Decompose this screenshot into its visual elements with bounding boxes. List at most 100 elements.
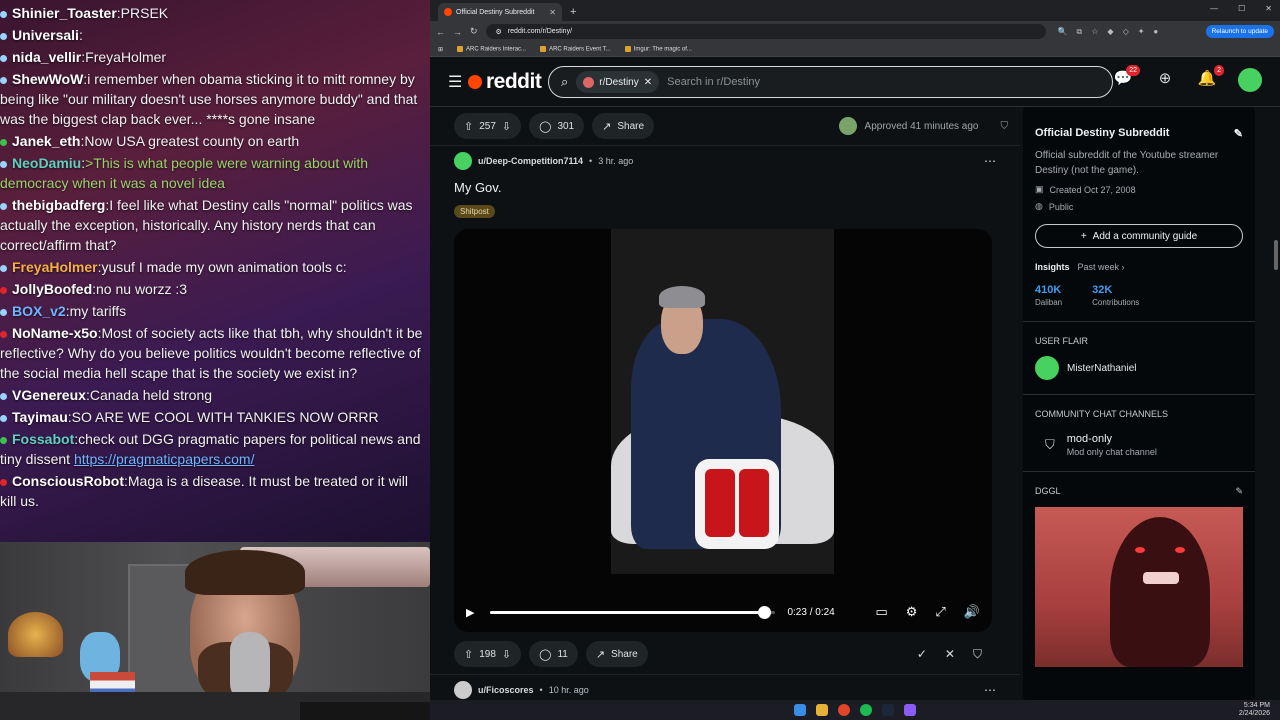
chat-username[interactable]: BOX_v2 bbox=[12, 303, 66, 319]
system-clock[interactable]: 5:34 PM 2/24/2026 bbox=[1239, 702, 1270, 718]
site-info-icon[interactable]: ⚙ bbox=[496, 28, 502, 36]
captions-icon[interactable]: ▭ bbox=[875, 604, 887, 620]
forward-icon[interactable]: → bbox=[453, 27, 462, 37]
more-options-icon[interactable]: ⋯ bbox=[984, 683, 996, 697]
chat-username[interactable]: Fossabot bbox=[12, 431, 74, 447]
play-icon[interactable]: ▶ bbox=[466, 606, 474, 619]
bookmark-item[interactable]: ARC Raiders Interac... bbox=[457, 46, 526, 52]
author-avatar bbox=[454, 681, 472, 699]
downvote-icon[interactable]: ⇩ bbox=[502, 648, 511, 661]
tab-active[interactable]: Official Destiny Subreddit ✕ bbox=[438, 3, 562, 21]
reload-icon[interactable]: ↻ bbox=[470, 26, 478, 37]
share-button[interactable]: ↗ Share bbox=[585, 641, 648, 667]
upvote-icon[interactable]: ⇧ bbox=[464, 648, 473, 661]
url-bar[interactable]: ⚙ reddit.com/r/Destiny/ bbox=[485, 24, 1046, 39]
bookmark-item[interactable]: ARC Raiders Event T... bbox=[540, 46, 611, 52]
close-window-icon[interactable]: ✕ bbox=[1265, 4, 1272, 13]
zoom-icon[interactable]: 🔍 bbox=[1058, 27, 1068, 37]
chat-username[interactable]: Tayimau bbox=[12, 409, 68, 425]
chat-channel-item[interactable]: ⛉ mod-only Mod only chat channel bbox=[1035, 433, 1243, 457]
post-meta: u/Ficoscores • 10 hr. ago ⋯ bbox=[454, 681, 996, 699]
bookmark-star-icon[interactable]: ☆ bbox=[1091, 27, 1098, 37]
chat-username[interactable]: NoName-x5o bbox=[12, 325, 98, 341]
create-post-icon[interactable]: ⊕ bbox=[1154, 69, 1176, 91]
reddit-logo[interactable]: reddit bbox=[468, 70, 542, 94]
fullscreen-icon[interactable]: ⤢ bbox=[935, 604, 945, 620]
new-tab-icon[interactable]: + bbox=[570, 6, 576, 18]
puzzle-icon[interactable]: ✦ bbox=[1138, 27, 1145, 37]
share-icon: ↗ bbox=[595, 648, 606, 661]
upvote-icon[interactable]: ⇧ bbox=[464, 120, 473, 133]
profile-icon[interactable]: ● bbox=[1153, 27, 1158, 37]
maximize-icon[interactable]: ☐ bbox=[1238, 4, 1245, 13]
back-icon[interactable]: ← bbox=[436, 27, 445, 37]
chrome-icon[interactable] bbox=[838, 704, 850, 716]
edit-icon[interactable]: ✎ bbox=[1234, 127, 1243, 140]
notifications-icon[interactable]: 🔔 2 bbox=[1196, 65, 1224, 91]
chat-username[interactable]: NeoDamiu bbox=[12, 155, 81, 171]
chat-username[interactable]: Universali bbox=[12, 27, 79, 43]
edit-icon[interactable]: ✎ bbox=[1235, 486, 1243, 497]
add-community-guide-button[interactable]: + Add a community guide bbox=[1035, 224, 1243, 248]
volume-icon[interactable]: 🔊 bbox=[964, 604, 980, 620]
start-icon[interactable] bbox=[794, 704, 806, 716]
shield-icon[interactable]: ⛉ bbox=[973, 647, 982, 662]
video-player[interactable]: ▶ 0:23 / 0:24 ▭ ⚙ ⤢ 🔊 bbox=[454, 229, 992, 632]
video-progress[interactable] bbox=[490, 605, 776, 619]
tab-close-icon[interactable]: ✕ bbox=[549, 8, 556, 17]
chat-username[interactable]: FreyaHolmer bbox=[12, 259, 98, 275]
post-card[interactable]: u/Ficoscores • 10 hr. ago ⋯ bbox=[430, 674, 1020, 700]
downvote-icon[interactable]: ⇩ bbox=[502, 120, 511, 133]
chat-username[interactable]: JollyBoofed bbox=[12, 281, 92, 297]
share-button[interactable]: ↗ Share bbox=[592, 113, 655, 139]
search-bar[interactable]: ⌕ r/Destiny ✕ Search in r/Destiny bbox=[548, 66, 1113, 98]
settings-icon[interactable]: ⚙ bbox=[906, 604, 918, 620]
chip-label: r/Destiny bbox=[599, 76, 639, 88]
clock-time: 5:34 PM bbox=[1243, 702, 1270, 709]
author-name[interactable]: u/Deep-Competition7114 bbox=[478, 156, 583, 166]
cam-lamp bbox=[8, 612, 63, 657]
user-badge-icon bbox=[0, 330, 7, 338]
chat-username[interactable]: Janek_eth bbox=[12, 133, 80, 149]
webcam-feed bbox=[0, 542, 430, 720]
chat-username[interactable]: Shinier_Toaster bbox=[12, 5, 117, 21]
progress-knob[interactable] bbox=[758, 605, 772, 619]
page-scrollbar[interactable] bbox=[1274, 240, 1278, 270]
bookmark-item[interactable]: Imgur: The magic of... bbox=[625, 46, 692, 52]
subreddit-chip[interactable]: r/Destiny ✕ bbox=[576, 71, 660, 93]
search-input[interactable]: Search in r/Destiny bbox=[667, 76, 760, 88]
chip-close-icon[interactable]: ✕ bbox=[644, 77, 652, 88]
more-options-icon[interactable]: ⋯ bbox=[984, 154, 996, 168]
post-card[interactable]: u/Deep-Competition7114 • 3 hr. ago ⋯ My … bbox=[430, 145, 1020, 674]
chat-username[interactable]: ConsciousRobot bbox=[12, 473, 124, 489]
chat-link[interactable]: https://pragmaticpapers.com/ bbox=[74, 451, 255, 467]
chat-username[interactable]: VGenereux bbox=[12, 387, 86, 403]
dggl-image[interactable] bbox=[1035, 507, 1243, 667]
post-title[interactable]: My Gov. bbox=[454, 180, 996, 195]
shield-icon[interactable]: ⛉ bbox=[1001, 121, 1009, 132]
obsidian-icon[interactable] bbox=[904, 704, 916, 716]
author-name[interactable]: u/Ficoscores bbox=[478, 685, 534, 695]
period-selector[interactable]: Past week › bbox=[1078, 262, 1125, 272]
file-explorer-icon[interactable] bbox=[816, 704, 828, 716]
approve-icon[interactable]: ✓ bbox=[917, 647, 927, 662]
chat-username[interactable]: ShewWoW bbox=[12, 71, 83, 87]
apps-grid-icon[interactable]: ⊞ bbox=[438, 46, 443, 53]
user-flair[interactable]: MisterNathaniel bbox=[1035, 356, 1243, 380]
extension-icon[interactable]: ◇ bbox=[1123, 27, 1129, 37]
comments-button[interactable]: ◯ 301 bbox=[529, 113, 585, 139]
menu-icon[interactable]: ☰ bbox=[448, 72, 462, 92]
extension-icon[interactable]: ◆ bbox=[1107, 27, 1113, 37]
user-avatar[interactable] bbox=[1238, 68, 1262, 92]
chat-username[interactable]: nida_vellir bbox=[12, 49, 81, 65]
spotify-icon[interactable] bbox=[860, 704, 872, 716]
post-flair[interactable]: Shitpost bbox=[454, 205, 495, 218]
relaunch-button[interactable]: Relaunch to update bbox=[1205, 25, 1274, 38]
minimize-icon[interactable]: — bbox=[1210, 4, 1218, 13]
chat-icon[interactable]: 💬 22 bbox=[1112, 65, 1140, 91]
install-icon[interactable]: ⧉ bbox=[1077, 27, 1083, 37]
remove-icon[interactable]: ✕ bbox=[945, 647, 955, 662]
chat-username[interactable]: thebigbadferg bbox=[12, 197, 105, 213]
comments-button[interactable]: ◯ 11 bbox=[529, 641, 578, 667]
steam-icon[interactable] bbox=[882, 704, 894, 716]
